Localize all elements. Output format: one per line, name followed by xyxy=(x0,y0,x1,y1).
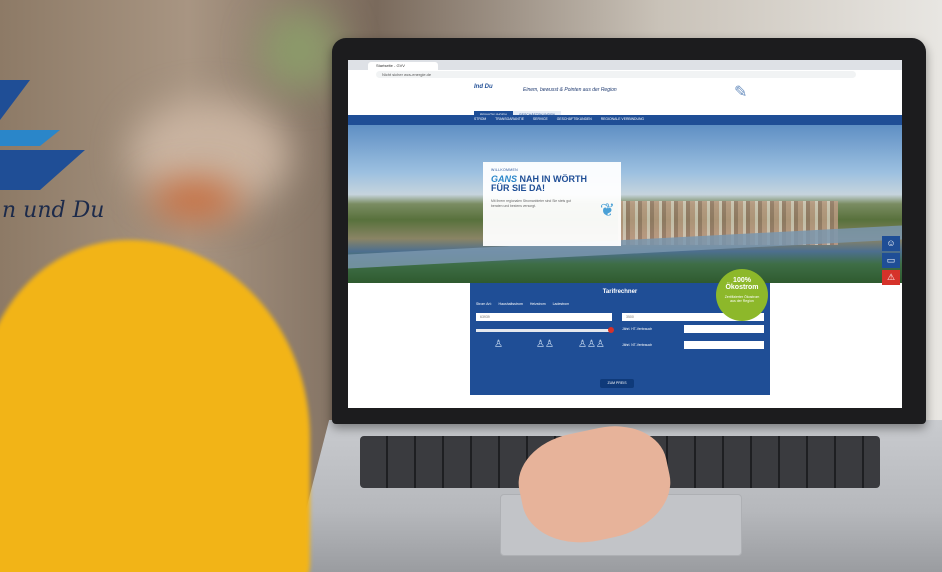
person-4-icon[interactable]: ♙♙♙ xyxy=(578,339,605,350)
brand-tagline: n und Du xyxy=(2,198,105,223)
nt-label: Jährl. NT-Verbrauch xyxy=(622,343,653,347)
segment-tabs: PRIVATKUNDENGESCHÄFTSKUNDEN xyxy=(474,103,562,119)
user-icon[interactable]: ☺ xyxy=(882,236,900,251)
hero-kicker: WILLKOMMEN xyxy=(491,168,518,172)
laptop-icon[interactable]: ▭ xyxy=(882,253,900,268)
laptop-screen: Startseite - GVV Nicht sicher wcs-energi… xyxy=(348,60,902,408)
z-logo-icon xyxy=(0,80,85,190)
nav-item-regional[interactable]: REGIONALE VERBINDUNG xyxy=(601,117,644,121)
goose-illustration-icon: ❦ xyxy=(599,200,615,220)
nt-input[interactable] xyxy=(684,341,764,349)
ht-input[interactable] xyxy=(684,325,764,333)
nav-item-strom[interactable]: STROM xyxy=(474,117,486,121)
main-nav: STROM TRANSGARANTIE SERVICE GESCHÄFTSKUN… xyxy=(348,115,902,125)
oekostrom-badge: 100% Ökostrom Zertifizierter Ökostrom au… xyxy=(716,269,768,321)
browser-tabbar: Startseite - GVV xyxy=(348,60,902,70)
hero-card: WILLKOMMEN GANS NAH IN WÖRTH FÜR SIE DA! … xyxy=(483,162,621,246)
goose-icon: ✎ xyxy=(734,84,748,101)
hero-image xyxy=(348,125,902,283)
radio-heizstrom[interactable]: Heizstrom xyxy=(530,302,546,306)
eco-badge-title: 100% Ökostrom xyxy=(725,277,759,291)
eco-badge-subtitle: Zertifizierter Ökostrom aus der Region xyxy=(724,295,760,303)
person-1-icon[interactable]: ♙ xyxy=(494,339,503,350)
plz-input[interactable]: 63939 xyxy=(476,313,612,321)
background-object xyxy=(150,180,240,220)
hero-title-line2: FÜR SIE DA! xyxy=(491,183,545,193)
strom-art-label: Strom Art: xyxy=(476,302,492,306)
nav-item-transgarantie[interactable]: TRANSGARANTIE xyxy=(495,117,524,121)
url-field[interactable]: Nicht sicher wcs-energie.de xyxy=(376,71,856,78)
side-quicklinks: ☺ ▭ ⚠ xyxy=(882,236,900,287)
radio-haushaltsstrom[interactable]: Haushaltsstrom xyxy=(499,302,523,306)
nav-item-geschaeftskunden[interactable]: GESCHÄFTSKUNDEN xyxy=(557,117,592,121)
consumption-slider[interactable] xyxy=(476,327,614,333)
browser-tab[interactable]: Startseite - GVV xyxy=(368,62,438,70)
hero-body: Mit Ihrem regionalen Stromanbieter sind … xyxy=(491,199,571,208)
hero-title: GANS NAH IN WÖRTH FÜR SIE DA! xyxy=(491,175,613,193)
site-logo[interactable]: Ind Du xyxy=(474,84,493,90)
zum-preis-button[interactable]: ZUM PREIS xyxy=(600,379,634,388)
site-slogan: Einem, bewusst & Pointen aus der Region xyxy=(523,87,617,93)
yellow-sleeve xyxy=(0,240,310,572)
site-header: Ind Du Einem, bewusst & Pointen aus der … xyxy=(348,79,902,103)
radio-ladestrom[interactable]: Ladestrom xyxy=(553,302,570,306)
nav-item-service[interactable]: SERVICE xyxy=(533,117,548,121)
warning-icon[interactable]: ⚠ xyxy=(882,270,900,285)
person-2-icon[interactable]: ♙♙ xyxy=(536,339,554,350)
slider-knob[interactable] xyxy=(608,327,614,333)
strom-art-options: Strom Art: Haushaltsstrom Heizstrom Lade… xyxy=(476,302,575,306)
ht-label: Jährl. HT-Verbrauch xyxy=(622,327,653,331)
photo-scene: n und Du Startseite - GVV Nicht sicher w… xyxy=(0,0,942,572)
brand-logo-overlay: n und Du xyxy=(0,80,104,230)
background-plant xyxy=(260,10,340,90)
